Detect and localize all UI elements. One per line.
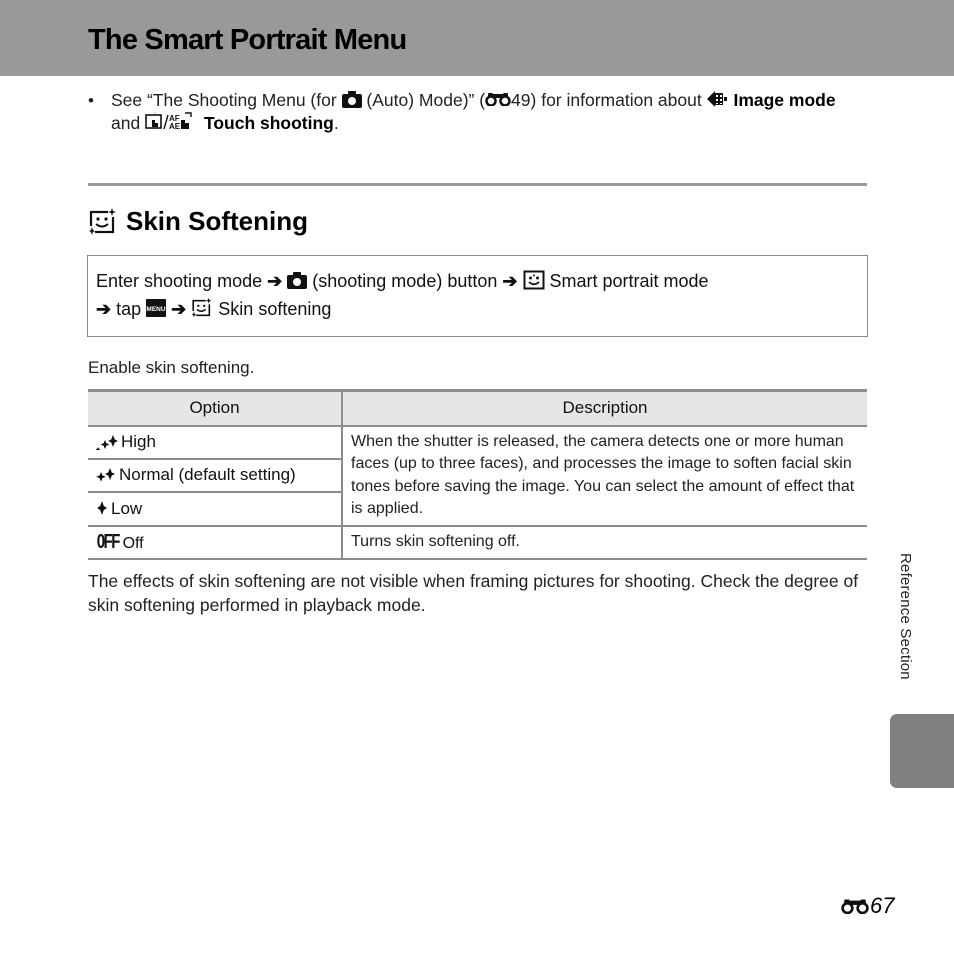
high-icon <box>96 434 118 450</box>
skin-softening-label: Skin softening <box>218 299 332 319</box>
page-title: The Smart Portrait Menu <box>88 24 407 56</box>
camera-icon <box>341 90 362 108</box>
off-icon: 0FF <box>96 530 121 553</box>
skin-softening-icon <box>89 207 116 236</box>
option-high: High <box>88 425 343 460</box>
menu-path-box: Enter shooting mode ➔ (shooting mode) bu… <box>87 255 868 337</box>
footnote-text: The effects of skin softening are not vi… <box>88 571 859 615</box>
table-row: High When the shutter is released, the c… <box>88 425 867 527</box>
binoculars-reference-icon <box>841 899 869 914</box>
touch-shooting-label: Touch shooting <box>203 113 334 133</box>
arrow-icon: ➔ <box>171 299 187 319</box>
skin-softening-icon <box>192 297 212 319</box>
arrow-icon: ➔ <box>96 299 112 319</box>
binoculars-reference-icon[interactable] <box>485 92 511 107</box>
section-side-label: Reference Section <box>897 553 914 680</box>
shooting-mode-button-label: (shooting mode) button <box>312 271 498 291</box>
option-off: 0FF Off <box>88 525 343 560</box>
smart-portrait-mode-label: Smart portrait mode <box>549 271 709 291</box>
smart-portrait-icon <box>523 270 544 290</box>
reference-page-link[interactable]: 49 <box>511 90 530 110</box>
section-title-text: Skin Softening <box>126 206 308 236</box>
arrow-icon: ➔ <box>267 271 283 291</box>
normal-icon <box>96 468 115 482</box>
section-side-tab[interactable] <box>890 714 954 788</box>
table-row: 0FF Off Turns skin softening off. <box>88 525 867 560</box>
touch-shooting-icon: ·̈ AFAE <box>145 112 192 131</box>
menu-path-line-2: ➔ tap MENU ➔ Skin softening <box>96 297 332 319</box>
options-table: Option Description High When the shutter… <box>88 389 867 560</box>
svg-text:AE: AE <box>169 122 181 131</box>
menu-path-line-1: Enter shooting mode ➔ (shooting mode) bu… <box>96 270 709 291</box>
menu-icon: MENU <box>146 299 167 318</box>
image-mode-icon <box>706 91 727 108</box>
section-title: Skin Softening <box>88 206 308 237</box>
table-header-row: Option Description <box>88 389 867 427</box>
low-icon <box>97 501 107 516</box>
shared-description: When the shutter is released, the camera… <box>342 425 867 527</box>
image-mode-label: Image mode <box>733 90 836 110</box>
page-number-text: 67 <box>870 893 895 918</box>
bullet-note: • See “The Shooting Menu (for (Auto) Mod… <box>88 89 868 135</box>
bullet-dot: • <box>88 91 94 110</box>
option-low: Low <box>88 492 343 527</box>
section-divider <box>88 183 867 186</box>
arrow-icon: ➔ <box>502 271 518 291</box>
bullet-text: See “The Shooting Menu (for (Auto) Mode)… <box>111 90 836 133</box>
option-normal: Normal (default setting) <box>88 458 343 494</box>
off-description: Turns skin softening off. <box>342 525 867 560</box>
header-option: Option <box>88 389 343 427</box>
header-description: Description <box>342 389 867 427</box>
svg-text:MENU: MENU <box>147 306 166 313</box>
intro-text: Enable skin softening. <box>88 358 255 377</box>
page-number: 67 <box>841 893 894 919</box>
camera-icon <box>287 271 308 289</box>
